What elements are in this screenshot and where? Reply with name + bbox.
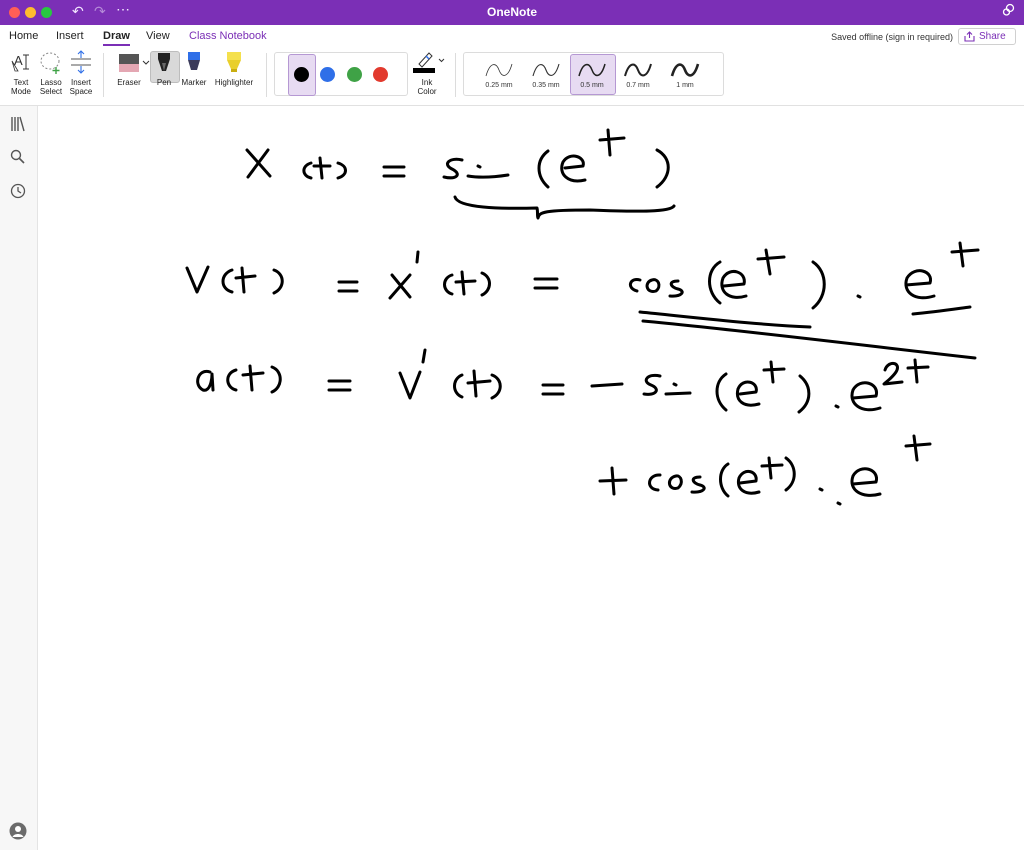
- pen-label: Pen: [156, 78, 172, 87]
- ink-color-label-1: Ink: [421, 78, 433, 87]
- notebooks-icon[interactable]: [9, 115, 27, 133]
- stroke-035-icon: [532, 63, 560, 77]
- thickness-label: 0.7 mm: [626, 82, 650, 89]
- ink-line-velocity: [185, 241, 980, 360]
- thickness-label: 0.5 mm: [580, 82, 604, 89]
- thickness-05[interactable]: 0.5 mm: [570, 56, 614, 92]
- color-palette: [274, 52, 408, 96]
- ribbon-divider: [266, 53, 267, 97]
- handwritten-ink: [185, 128, 980, 506]
- insert-space-button[interactable]: Insert Space: [66, 49, 96, 96]
- highlighter-icon: [221, 49, 247, 75]
- ink-color-label-2: Color: [417, 87, 437, 96]
- text-mode-icon: A: [8, 49, 34, 75]
- thickness-label: 0.25 mm: [485, 82, 513, 89]
- app-title: OneNote: [486, 5, 537, 19]
- marker-button[interactable]: Marker: [180, 49, 208, 87]
- ink-color-button[interactable]: Ink Color: [408, 49, 446, 96]
- text-mode-button[interactable]: A Text Mode: [7, 49, 35, 96]
- ink-line-acceleration: [196, 348, 930, 414]
- recent-icon[interactable]: [9, 182, 27, 200]
- thickness-07[interactable]: 0.7 mm: [616, 56, 660, 92]
- color-swatch-red[interactable]: [373, 67, 388, 82]
- lasso-label-1: Lasso: [40, 78, 62, 87]
- thickness-palette: 0.25 mm 0.35 mm 0.5 mm 0.7 mm 1 mm: [463, 52, 724, 96]
- ink-line-position: [245, 128, 676, 220]
- text-mode-label-1: Text: [13, 78, 29, 87]
- color-swatch-green[interactable]: [347, 67, 362, 82]
- feedback-icon[interactable]: [1002, 3, 1016, 20]
- share-label: Share: [979, 31, 1006, 42]
- text-mode-label-2: Mode: [10, 87, 31, 96]
- stroke-1-icon: [670, 63, 700, 77]
- note-canvas[interactable]: [38, 106, 1024, 850]
- share-icon: [964, 31, 975, 42]
- tab-draw[interactable]: Draw: [103, 30, 130, 46]
- ribbon-tabs: Home Insert Draw View Class Notebook Sav…: [0, 25, 1024, 47]
- tab-view[interactable]: View: [146, 30, 170, 42]
- thickness-label: 1 mm: [676, 82, 694, 89]
- eraser-label: Eraser: [117, 78, 141, 87]
- highlighter-label: Highlighter: [214, 78, 254, 87]
- pen-button[interactable]: Pen: [150, 49, 178, 87]
- thickness-label: 0.35 mm: [532, 82, 560, 89]
- stroke-07-icon: [624, 63, 652, 77]
- share-button[interactable]: Share: [958, 28, 1016, 45]
- svg-text:A: A: [14, 53, 23, 68]
- insert-space-label-1: Insert: [70, 78, 91, 87]
- tab-insert[interactable]: Insert: [56, 30, 84, 42]
- tab-home[interactable]: Home: [9, 30, 38, 42]
- eraser-icon: [116, 49, 150, 75]
- ink-color-icon: [409, 49, 445, 75]
- lasso-label-2: Select: [39, 87, 63, 96]
- title-bar: ↶ ↷ ⋯ OneNote: [0, 0, 1024, 25]
- draw-ribbon: A Text Mode Lasso Select Insert Space Er…: [0, 47, 1024, 106]
- color-swatch-black[interactable]: [294, 67, 309, 82]
- ribbon-divider: [455, 53, 456, 97]
- thickness-035[interactable]: 0.35 mm: [524, 56, 568, 92]
- navigation-sidebar: [0, 106, 38, 850]
- stroke-025-icon: [485, 63, 513, 77]
- ribbon-divider: [103, 53, 104, 97]
- insert-space-icon: [68, 49, 94, 75]
- marker-icon: [181, 49, 207, 75]
- insert-space-label-2: Space: [69, 87, 93, 96]
- tab-class-notebook[interactable]: Class Notebook: [189, 30, 267, 42]
- ink-line-acceleration-continued: [598, 434, 932, 506]
- color-swatch-blue[interactable]: [320, 67, 335, 82]
- eraser-button[interactable]: Eraser: [112, 49, 150, 87]
- lasso-icon: [38, 49, 64, 75]
- lasso-select-button[interactable]: Lasso Select: [37, 49, 65, 96]
- highlighter-button[interactable]: Highlighter: [212, 49, 256, 87]
- sync-status: Saved offline (sign in required): [831, 32, 953, 42]
- thickness-025[interactable]: 0.25 mm: [477, 56, 521, 92]
- stroke-05-icon: [578, 63, 606, 77]
- search-icon[interactable]: [9, 148, 27, 166]
- thickness-1[interactable]: 1 mm: [663, 56, 707, 92]
- account-icon[interactable]: [9, 822, 27, 840]
- pen-icon: [151, 49, 177, 75]
- marker-label: Marker: [181, 78, 207, 87]
